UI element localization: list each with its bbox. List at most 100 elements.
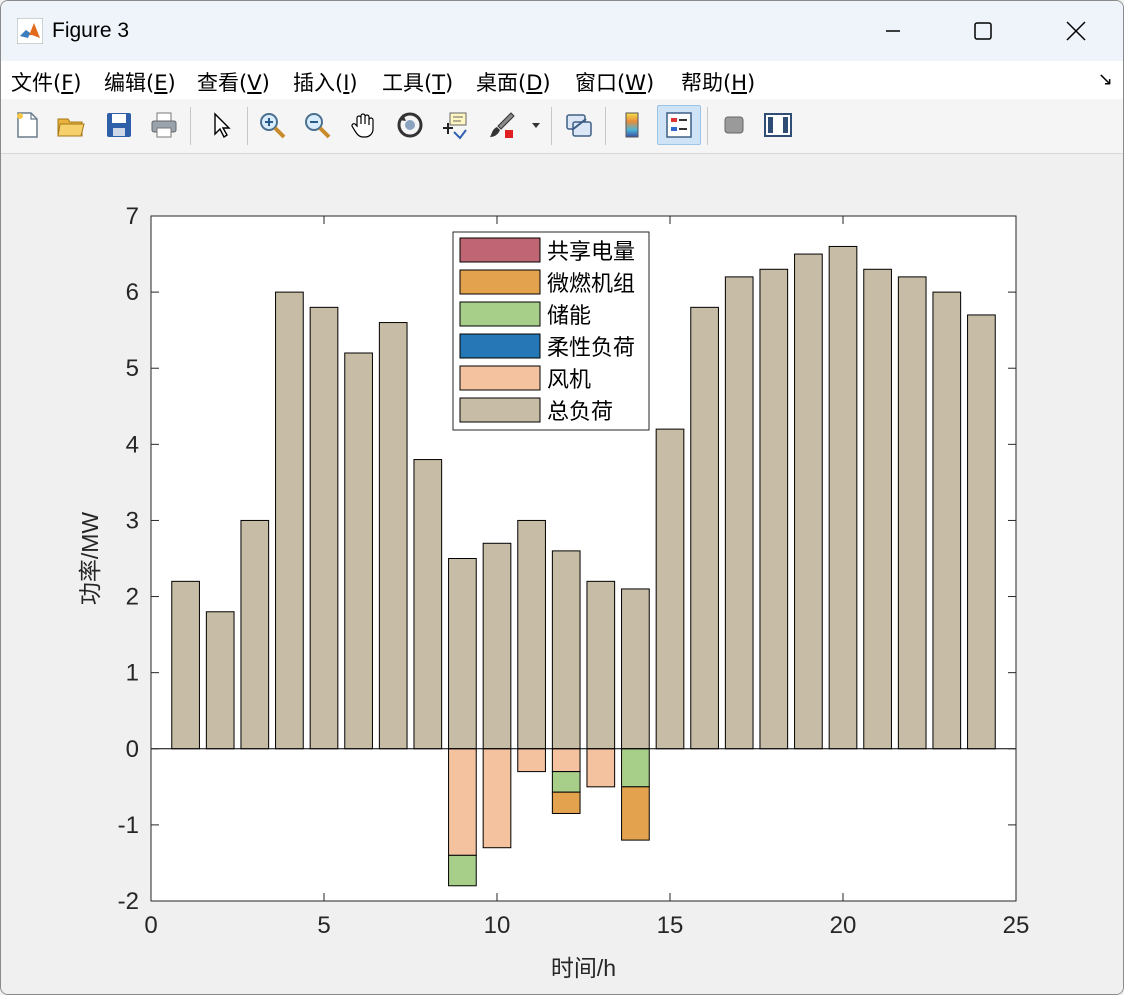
legend-label: 微燃机组: [547, 271, 635, 296]
bar-total-load[interactable]: [448, 558, 477, 750]
legend-label: 总负荷: [547, 399, 613, 424]
link-plot-icon[interactable]: [561, 107, 597, 143]
toolbar-separator: [247, 107, 248, 145]
toolbar-separator: [551, 107, 552, 145]
close-button[interactable]: [1030, 1, 1122, 61]
legend-label: 风机: [547, 367, 591, 392]
hide-plot-tools-icon[interactable]: [716, 107, 752, 143]
pan-icon[interactable]: [346, 107, 382, 143]
bar-total-load[interactable]: [759, 268, 789, 750]
close-icon: [1066, 21, 1086, 41]
legend-label: 储能: [547, 303, 591, 328]
zoom-out-icon[interactable]: [299, 107, 335, 143]
legend-icon[interactable]: [657, 105, 701, 145]
bar-total-load[interactable]: [240, 519, 270, 750]
maximize-icon: [974, 22, 992, 40]
y-tick-label: 7: [126, 203, 139, 230]
legend[interactable]: 共享电量微燃机组储能柔性负荷风机总负荷: [452, 231, 650, 431]
bar-segment[interactable]: [448, 854, 477, 887]
menu-bar: 文件(F) 编辑(E) 查看(V) 插入(I) 工具(T) 桌面(D) 窗口(W…: [1, 61, 1123, 99]
bar-total-load[interactable]: [171, 580, 200, 750]
bar-segment[interactable]: [621, 748, 650, 788]
bar-segment[interactable]: [551, 748, 581, 773]
bar-total-load[interactable]: [932, 291, 962, 750]
bar-segment[interactable]: [448, 748, 477, 856]
bar-total-load[interactable]: [967, 314, 996, 750]
y-tick-label: 2: [126, 584, 139, 611]
legend-swatch: [459, 269, 541, 295]
menu-window[interactable]: 窗口(W): [575, 67, 654, 97]
legend-label: 共享电量: [547, 239, 635, 264]
bar-total-load[interactable]: [413, 459, 443, 750]
legend-swatch: [459, 397, 541, 423]
menu-insert[interactable]: 插入(I): [293, 67, 358, 97]
show-plot-tools-icon[interactable]: [760, 107, 796, 143]
bar-chart[interactable]: 0 5 10 15 20 25 -2 -1 0 1 2 3 4 5 6 7 时间/h 功率/MW 共享电量微燃…: [1, 154, 1123, 994]
bar-segment[interactable]: [517, 748, 546, 773]
x-axis-label: 时间/h: [551, 955, 616, 981]
bar-segment[interactable]: [482, 748, 512, 849]
print-icon[interactable]: [146, 107, 182, 143]
legend-label: 柔性负荷: [547, 335, 635, 360]
bar-segment[interactable]: [621, 786, 650, 841]
bar-segment[interactable]: [586, 748, 616, 788]
dock-arrow-icon[interactable]: ↘: [1098, 69, 1113, 90]
legend-swatch: [459, 365, 541, 391]
colorbar-icon[interactable]: [614, 107, 650, 143]
menu-view[interactable]: 查看(V): [197, 67, 270, 97]
brush-icon[interactable]: [484, 107, 520, 143]
bar-total-load[interactable]: [690, 306, 719, 750]
x-tick-label: 10: [484, 912, 511, 939]
new-figure-icon[interactable]: [9, 107, 45, 143]
bar-total-load[interactable]: [621, 588, 650, 750]
rotate-3d-icon[interactable]: [392, 107, 428, 143]
legend-swatch: [459, 333, 541, 359]
bar-total-load[interactable]: [863, 268, 892, 750]
minimize-icon: [886, 30, 900, 32]
bar-segment[interactable]: [551, 771, 581, 793]
x-tick-label: 20: [830, 912, 857, 939]
toolbar-separator: [605, 107, 606, 145]
bar-total-load[interactable]: [205, 611, 235, 750]
y-tick-label: -1: [118, 812, 139, 839]
bar-total-load[interactable]: [794, 253, 823, 750]
bar-total-load[interactable]: [517, 519, 546, 750]
bar-total-load[interactable]: [828, 245, 858, 750]
bar-total-load[interactable]: [586, 580, 616, 750]
minimize-button[interactable]: [847, 1, 939, 61]
bar-total-load[interactable]: [551, 550, 581, 750]
bar-total-load[interactable]: [655, 428, 685, 750]
menu-edit[interactable]: 编辑(E): [104, 67, 176, 97]
menu-tools[interactable]: 工具(T): [382, 67, 453, 97]
brush-menu-icon[interactable]: [528, 107, 544, 143]
bar-total-load[interactable]: [724, 276, 754, 750]
save-icon[interactable]: [101, 107, 137, 143]
data-cursor-icon[interactable]: [437, 107, 473, 143]
open-file-icon[interactable]: [53, 107, 89, 143]
x-tick-label: 25: [1003, 912, 1030, 939]
bar-total-load[interactable]: [897, 276, 927, 750]
menu-file[interactable]: 文件(F): [11, 67, 82, 97]
title-bar[interactable]: Figure 3: [1, 1, 1123, 61]
y-tick-label: 0: [126, 736, 139, 763]
bar-total-load[interactable]: [482, 542, 512, 750]
x-tick-label: 5: [317, 912, 330, 939]
edit-plot-icon[interactable]: [202, 107, 238, 143]
y-tick-label: -2: [118, 888, 139, 915]
zoom-in-icon[interactable]: [254, 107, 290, 143]
legend-swatch: [459, 237, 541, 263]
bar-total-load[interactable]: [275, 291, 304, 750]
bar-total-load[interactable]: [378, 322, 408, 750]
menu-help[interactable]: 帮助(H): [681, 67, 755, 97]
maximize-button[interactable]: [937, 1, 1029, 61]
bar-total-load[interactable]: [309, 306, 339, 750]
y-tick-label: 3: [126, 507, 139, 534]
legend-swatch: [459, 301, 541, 327]
window-title: Figure 3: [52, 19, 130, 42]
menu-desktop[interactable]: 桌面(D): [476, 67, 551, 97]
y-tick-label: 4: [126, 431, 139, 458]
y-tick-label: 5: [126, 355, 139, 382]
bar-segment[interactable]: [551, 791, 581, 814]
bar-total-load[interactable]: [344, 352, 373, 750]
x-tick-label: 0: [144, 912, 157, 939]
